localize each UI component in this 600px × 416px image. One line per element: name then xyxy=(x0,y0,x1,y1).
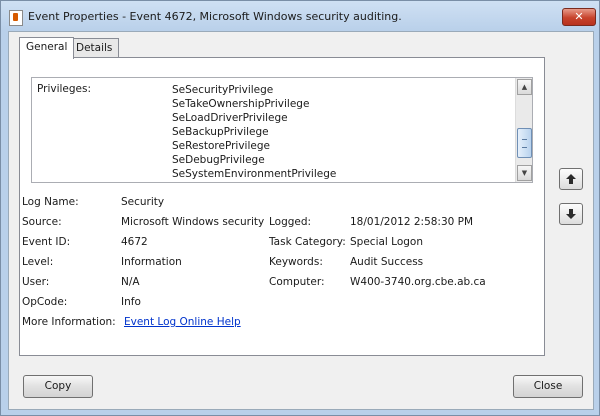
logged-value: 18/01/2012 2:58:30 PM xyxy=(350,216,474,228)
general-tab-panel: Privileges: SeSecurityPrivilege SeTakeOw… xyxy=(19,57,545,356)
opcode-label: OpCode: xyxy=(22,296,68,308)
scroll-up-arrow-icon[interactable]: ▲ xyxy=(517,79,532,95)
computer-label: Computer: xyxy=(269,276,325,288)
copy-button[interactable]: Copy xyxy=(23,375,93,398)
previous-event-button[interactable] xyxy=(559,168,583,190)
title-bar: Event Properties - Event 4672, Microsoft… xyxy=(1,1,599,33)
task-category-label: Task Category: xyxy=(269,236,346,248)
close-window-button[interactable]: ✕ xyxy=(562,8,596,26)
log-name-label: Log Name: xyxy=(22,196,79,208)
computer-value: W400-3740.org.cbe.ab.ca xyxy=(350,276,486,288)
event-id-label: Event ID: xyxy=(22,236,71,248)
keywords-label: Keywords: xyxy=(269,256,323,268)
event-description-box[interactable]: Privileges: SeSecurityPrivilege SeTakeOw… xyxy=(31,77,533,183)
arrow-down-icon xyxy=(566,209,576,219)
arrow-up-icon xyxy=(566,174,576,184)
privilege-item: SeDebugPrivilege xyxy=(172,154,265,166)
privilege-item: SeLoadDriverPrivilege xyxy=(172,112,288,124)
level-label: Level: xyxy=(22,256,54,268)
more-information-label: More Information: xyxy=(22,316,116,328)
logged-label: Logged: xyxy=(269,216,312,228)
privilege-item: SeRestorePrivilege xyxy=(172,140,270,152)
description-scrollbar[interactable]: ▲ ▼ xyxy=(515,78,532,182)
source-value: Microsoft Windows security xyxy=(121,216,265,228)
task-category-value: Special Logon xyxy=(350,236,424,248)
user-label: User: xyxy=(22,276,50,288)
tab-general[interactable]: General xyxy=(19,37,75,59)
privilege-item: SeSecurityPrivilege xyxy=(172,84,274,96)
log-name-value: Security xyxy=(121,196,165,208)
user-value: N/A xyxy=(121,276,140,288)
next-event-button[interactable] xyxy=(559,203,583,225)
event-properties-window: Event Properties - Event 4672, Microsoft… xyxy=(0,0,600,416)
window-title: Event Properties - Event 4672, Microsoft… xyxy=(28,10,402,23)
privilege-item: SeBackupPrivilege xyxy=(172,126,269,138)
privileges-label: Privileges: xyxy=(37,83,92,95)
keywords-value: Audit Success xyxy=(350,256,424,268)
source-label: Source: xyxy=(22,216,62,228)
event-viewer-icon xyxy=(9,10,23,26)
event-id-value: 4672 xyxy=(121,236,148,248)
privilege-item: SeTakeOwnershipPrivilege xyxy=(172,98,310,110)
level-value: Information xyxy=(121,256,182,268)
tab-details[interactable]: Details xyxy=(69,38,120,58)
privilege-item: SeSystemEnvironmentPrivilege xyxy=(172,168,337,180)
close-button[interactable]: Close xyxy=(513,375,583,398)
scrollbar-thumb[interactable] xyxy=(517,128,532,158)
scroll-down-arrow-icon[interactable]: ▼ xyxy=(517,165,532,181)
privileges-list: SeSecurityPrivilege SeTakeOwnershipPrivi… xyxy=(172,83,336,181)
dialog-client-area: General Details Privileges: SeSecurityPr… xyxy=(8,31,594,410)
opcode-value: Info xyxy=(121,296,141,308)
event-log-online-help-link[interactable]: Event Log Online Help xyxy=(124,316,241,328)
